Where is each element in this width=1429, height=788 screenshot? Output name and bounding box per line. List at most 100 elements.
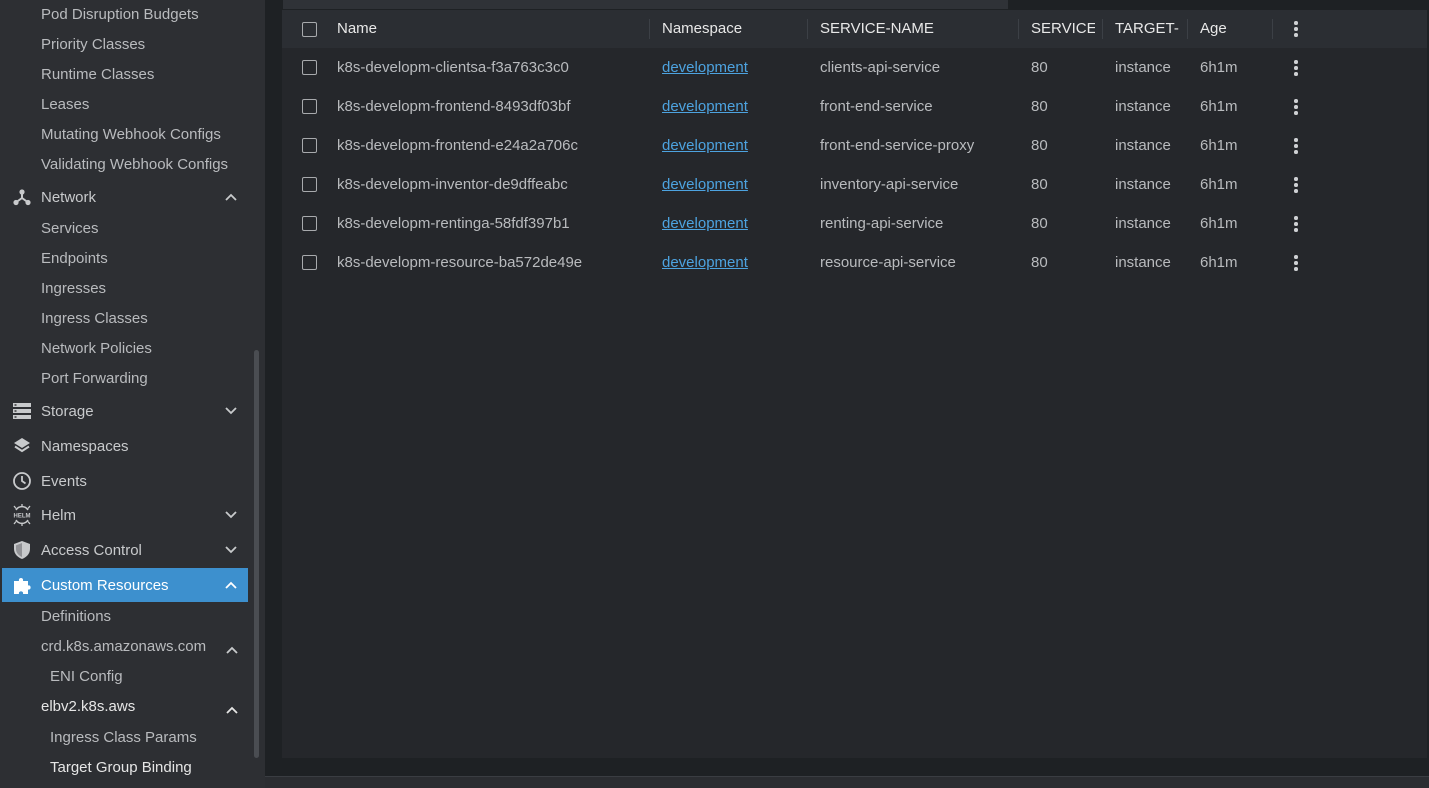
select-all-checkbox[interactable] — [302, 22, 317, 37]
sidebar-item-elbv2-k8s-aws[interactable]: elbv2.k8s.aws — [41, 692, 135, 722]
chevron-down-icon[interactable] — [224, 508, 238, 522]
row-menu-icon[interactable] — [1293, 99, 1299, 115]
sidebar-item-runtime-classes[interactable]: Runtime Classes — [41, 60, 154, 90]
chevron-down-icon[interactable] — [224, 543, 238, 557]
main-content: Name Namespace SERVICE-NAME SERVICE-I TA… — [265, 0, 1429, 788]
cell-name: k8s-developm-rentinga-58fdf397b1 — [337, 215, 570, 232]
sidebar-item-validating-webhook-configs[interactable]: Validating Webhook Configs — [41, 150, 228, 180]
chevron-up-icon[interactable] — [226, 641, 240, 655]
row-checkbox[interactable] — [302, 60, 317, 75]
sidebar-item-mutating-webhook-configs[interactable]: Mutating Webhook Configs — [41, 120, 221, 150]
row-checkbox[interactable] — [302, 255, 317, 270]
network-icon — [11, 186, 33, 208]
shield-icon — [11, 539, 33, 561]
cell-target-type: instance — [1115, 176, 1171, 193]
row-menu-icon[interactable] — [1293, 60, 1299, 76]
sidebar-group-network[interactable]: Network — [2, 180, 248, 214]
namespace-link[interactable]: development — [662, 204, 802, 243]
cell-name: k8s-developm-resource-ba572de49e — [337, 254, 583, 271]
table-row[interactable]: k8s-developm-resource-ba572de49e develop… — [282, 243, 1427, 282]
row-menu-icon[interactable] — [1293, 255, 1299, 271]
row-checkbox[interactable] — [302, 138, 317, 153]
column-divider[interactable] — [1187, 19, 1188, 39]
horizontal-scrollbar-bottom[interactable] — [265, 776, 1429, 788]
sidebar-item-ingress-class-params[interactable]: Ingress Class Params — [50, 723, 197, 753]
svg-text:HELM: HELM — [14, 514, 31, 520]
cell-age: 6h1m — [1200, 254, 1238, 271]
sidebar-item-endpoints[interactable]: Endpoints — [41, 244, 108, 274]
column-header-service-port[interactable]: SERVICE-I — [1031, 10, 1095, 48]
sidebar-item-ingress-classes[interactable]: Ingress Classes — [41, 304, 148, 334]
column-header-namespace[interactable]: Namespace — [662, 10, 802, 48]
sidebar-scrollbar[interactable] — [254, 350, 259, 758]
cell-service-port: 80 — [1031, 215, 1048, 232]
namespace-link[interactable]: development — [662, 165, 802, 204]
column-divider[interactable] — [649, 19, 650, 39]
column-header-target-type[interactable]: TARGET-T — [1115, 10, 1179, 48]
cell-service-name: front-end-service-proxy — [820, 137, 975, 154]
sidebar-item-eni-config[interactable]: ENI Config — [50, 662, 123, 692]
cell-service-port: 80 — [1031, 254, 1048, 271]
sidebar-group-storage[interactable]: Storage — [2, 394, 248, 428]
column-divider[interactable] — [1102, 19, 1103, 39]
sidebar-group-label: Access Control — [41, 541, 142, 559]
table-row[interactable]: k8s-developm-frontend-e24a2a706c develop… — [282, 126, 1427, 165]
row-checkbox[interactable] — [302, 99, 317, 114]
cell-service-port: 80 — [1031, 98, 1048, 115]
sidebar: Pod Disruption Budgets Priority Classes … — [0, 0, 265, 788]
column-header-service-name[interactable]: SERVICE-NAME — [820, 10, 1010, 48]
cell-service-port: 80 — [1031, 59, 1048, 76]
cell-age: 6h1m — [1200, 98, 1238, 115]
column-menu-icon[interactable] — [1293, 21, 1299, 37]
sidebar-item-namespaces[interactable]: Namespaces — [2, 429, 248, 463]
horizontal-scrollbar-top[interactable] — [283, 0, 1008, 9]
sidebar-group-label: Helm — [41, 506, 77, 524]
cell-service-name: front-end-service — [820, 98, 933, 115]
row-checkbox[interactable] — [302, 216, 317, 231]
cell-target-type: instance — [1115, 215, 1171, 232]
table-row[interactable]: k8s-developm-clientsa-f3a763c3c0 develop… — [282, 48, 1427, 87]
table-row[interactable]: k8s-developm-rentinga-58fdf397b1 develop… — [282, 204, 1427, 243]
chevron-up-icon[interactable] — [226, 701, 240, 715]
resource-table: Name Namespace SERVICE-NAME SERVICE-I TA… — [282, 10, 1427, 758]
sidebar-item-target-group-binding[interactable]: Target Group Binding — [50, 753, 192, 783]
sidebar-item-priority-classes[interactable]: Priority Classes — [41, 30, 145, 60]
table-row[interactable]: k8s-developm-inventor-de9dffeabc develop… — [282, 165, 1427, 204]
sidebar-item-services[interactable]: Services — [41, 214, 99, 244]
sidebar-item-leases[interactable]: Leases — [41, 90, 89, 120]
cell-name: k8s-developm-frontend-8493df03bf — [337, 98, 571, 115]
namespace-link[interactable]: development — [662, 48, 802, 87]
sidebar-item-crd-k8s-amazonaws-com[interactable]: crd.k8s.amazonaws.com — [41, 632, 206, 662]
sidebar-group-access-control[interactable]: Access Control — [2, 533, 248, 567]
sidebar-item-events[interactable]: Events — [2, 464, 248, 498]
table-row[interactable]: k8s-developm-frontend-8493df03bf develop… — [282, 87, 1427, 126]
sidebar-item-ingresses[interactable]: Ingresses — [41, 274, 106, 304]
column-divider[interactable] — [807, 19, 808, 39]
sidebar-item-network-policies[interactable]: Network Policies — [41, 334, 152, 364]
namespace-link[interactable]: development — [662, 243, 802, 282]
column-header-name[interactable]: Name — [337, 10, 637, 48]
row-menu-icon[interactable] — [1293, 216, 1299, 232]
namespace-link[interactable]: development — [662, 126, 802, 165]
helm-icon: HELM — [11, 504, 33, 526]
namespace-link[interactable]: development — [662, 87, 802, 126]
cell-target-type: instance — [1115, 137, 1171, 154]
row-checkbox[interactable] — [302, 177, 317, 192]
chevron-down-icon[interactable] — [224, 404, 238, 418]
cell-service-port: 80 — [1031, 176, 1048, 193]
row-menu-icon[interactable] — [1293, 138, 1299, 154]
cell-name: k8s-developm-clientsa-f3a763c3c0 — [337, 59, 569, 76]
chevron-up-icon[interactable] — [224, 578, 238, 592]
sidebar-item-pod-disruption-budgets[interactable]: Pod Disruption Budgets — [41, 0, 199, 30]
sidebar-item-definitions[interactable]: Definitions — [41, 602, 111, 632]
column-header-age[interactable]: Age — [1200, 10, 1260, 48]
column-divider[interactable] — [1018, 19, 1019, 39]
sidebar-group-helm[interactable]: HELM Helm — [2, 498, 248, 532]
sidebar-item-port-forwarding[interactable]: Port Forwarding — [41, 364, 148, 394]
sidebar-group-label: Events — [41, 472, 87, 490]
column-divider[interactable] — [1272, 19, 1273, 39]
chevron-up-icon[interactable] — [224, 190, 238, 204]
row-menu-icon[interactable] — [1293, 177, 1299, 193]
cell-target-type: instance — [1115, 254, 1171, 271]
sidebar-group-custom-resources[interactable]: Custom Resources — [2, 568, 248, 602]
